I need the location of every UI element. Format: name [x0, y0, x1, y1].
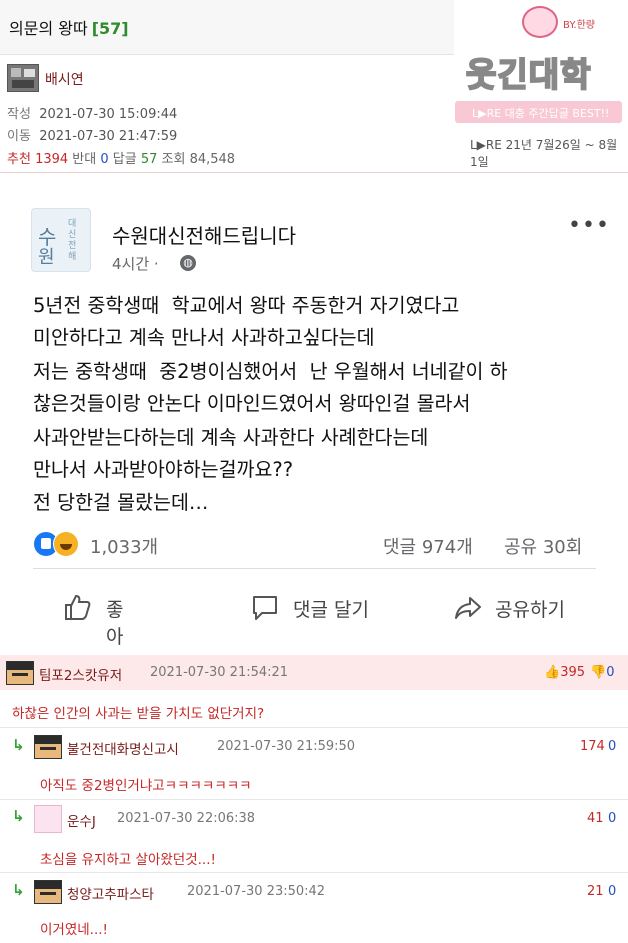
comment-count-badge[interactable]: [57]	[92, 19, 129, 38]
fb-logo-side-text: 대신전해	[68, 219, 77, 262]
comment-upvote[interactable]: 👍395	[544, 665, 585, 680]
views-count: 84,548	[189, 152, 236, 167]
site-logo-text[interactable]: 웃긴대학	[465, 48, 591, 96]
post-title: 의문의 왕따 [57]	[9, 15, 129, 39]
fb-body-line: 사과안받는다하는데 계속 사과한다 사례한다는데	[33, 426, 429, 449]
views-label: 조회	[161, 152, 186, 167]
written-label: 작성	[7, 107, 31, 122]
commenter-avatar[interactable]	[34, 735, 62, 759]
comment-date: 2021-07-30 21:59:50	[217, 739, 356, 754]
comment-text: 하찮은 인간의 사과는 받을 가치도 없단거지?	[12, 706, 265, 722]
upvote-count: 395	[560, 665, 586, 680]
comment-downvote[interactable]: 0	[608, 739, 616, 754]
recommend-count: 1394	[35, 152, 69, 167]
speech-bubble-icon	[253, 596, 277, 620]
oppose-count: 0	[100, 152, 109, 167]
downvote-count: 0	[606, 665, 615, 680]
fb-body-line: 찮은것들이랑 안논다 이마인드였어서 왕따인걸 몰라서	[33, 392, 471, 415]
replies-label: 답글	[112, 152, 137, 167]
commenter-avatar[interactable]	[6, 661, 34, 685]
comment-date: 2021-07-30 23:50:42	[187, 884, 326, 899]
logo-by-label: BY.한량	[563, 20, 595, 31]
fb-body-line: 저는 중학생때 중2병이심했어서 난 우월해서 너네같이 하	[33, 360, 508, 383]
upvote-count: 21	[587, 884, 604, 899]
fb-body-line: 전 당한걸 몰랐는데…	[33, 491, 209, 514]
fb-share-count[interactable]: 공유 30회	[504, 533, 582, 559]
downvote-count: 0	[608, 811, 617, 826]
reaction-count[interactable]: 1,033개	[90, 533, 158, 559]
author-name[interactable]: 배시연	[45, 69, 84, 89]
comment-divider	[0, 727, 628, 728]
upvote-count: 174	[580, 739, 605, 754]
fb-logo-char-2: 원	[38, 247, 55, 268]
comment-downvote[interactable]: 0	[608, 811, 616, 826]
reply-arrow-icon: ↳	[12, 881, 25, 899]
reply-arrow-icon: ↳	[12, 736, 25, 754]
post-title-text: 의문의 왕따	[9, 19, 88, 38]
commenter-avatar[interactable]	[34, 880, 62, 904]
logo-banner-text: L▶RE 대충 주간답글 BEST!!	[472, 107, 610, 120]
fb-page-name[interactable]: 수원대신전해드립니다	[112, 220, 296, 249]
share-label: 공유하기	[495, 599, 565, 621]
header-divider	[0, 172, 628, 173]
comment-text: 초심을 유지하고 살아왔던것...!	[40, 852, 216, 868]
author-avatar[interactable]	[7, 64, 39, 92]
globe-icon: ◍	[180, 255, 196, 271]
commenter-name[interactable]: 운수J	[67, 810, 96, 830]
commenter-name[interactable]: 불건전대화명신고시	[67, 738, 179, 758]
commenter-name[interactable]: 청양고추파스타	[67, 883, 154, 903]
fb-body-line: 만나서 사과받아야하는걸까요??	[33, 458, 294, 481]
comment-downvote[interactable]: 0	[608, 884, 616, 899]
thumbs-up-icon	[65, 594, 91, 620]
fb-body-line: 5년전 중학생때 학교에서 왕따 주동한거 자기였다고	[33, 294, 460, 317]
fb-page-avatar[interactable]: 수 원 대신전해	[31, 208, 91, 272]
comment-label: 댓글 달기	[293, 599, 369, 621]
downvote-count: 0	[608, 739, 617, 754]
commenter-avatar[interactable]	[34, 805, 62, 833]
reply-arrow-icon: ↳	[12, 807, 25, 825]
upvote-count: 41	[587, 811, 604, 826]
logo-date-range: L▶RE 21년 7월26일 ~ 8월 1일	[470, 138, 618, 169]
mascot-icon	[522, 6, 558, 38]
fb-post-time[interactable]: 4시간 ·	[112, 253, 159, 274]
share-arrow-icon	[455, 597, 481, 619]
moved-date: 2021-07-30 21:47:59	[39, 129, 178, 144]
comment-text: 이거였네...!	[40, 922, 108, 938]
comment-upvote[interactable]: 21	[587, 884, 604, 899]
comment-text: 아직도 중2병인거냐고ㅋㅋㅋㅋㅋㅋㅋ	[40, 778, 252, 794]
written-date: 2021-07-30 15:09:44	[39, 107, 178, 122]
comment-divider	[0, 799, 628, 800]
comment-downvote[interactable]: 👎0	[590, 665, 614, 680]
comment-divider	[0, 872, 628, 873]
replies-count: 57	[140, 152, 158, 167]
thumbs-up-icon: 👍	[544, 665, 561, 680]
written-date-row: 작성 2021-07-30 15:09:44	[7, 103, 177, 122]
commenter-name[interactable]: 팀포2스캇유저	[39, 664, 122, 684]
comment-upvote[interactable]: 41	[587, 811, 604, 826]
fb-divider	[33, 568, 596, 569]
fb-comment-count[interactable]: 댓글 974개	[383, 533, 473, 559]
moved-label: 이동	[7, 129, 31, 144]
thumbs-down-icon: 👎	[590, 665, 607, 680]
fb-body-line: 미안하다고 계속 만나서 사과하고싶다는데	[33, 326, 375, 349]
downvote-count: 0	[608, 884, 617, 899]
comment-date: 2021-07-30 21:54:21	[150, 665, 289, 680]
oppose-label: 반대	[72, 152, 97, 167]
moved-date-row: 이동 2021-07-30 21:47:59	[7, 125, 177, 144]
recommend-label: 추천	[7, 152, 31, 167]
post-stats: 추천 1394 반대 0 답글 57 조회 84,548	[7, 148, 235, 167]
more-options-icon[interactable]: •••	[568, 213, 610, 238]
comment-upvote[interactable]: 174	[580, 739, 605, 754]
haha-reaction-icon	[53, 531, 79, 557]
comment-date: 2021-07-30 22:06:38	[117, 811, 256, 826]
